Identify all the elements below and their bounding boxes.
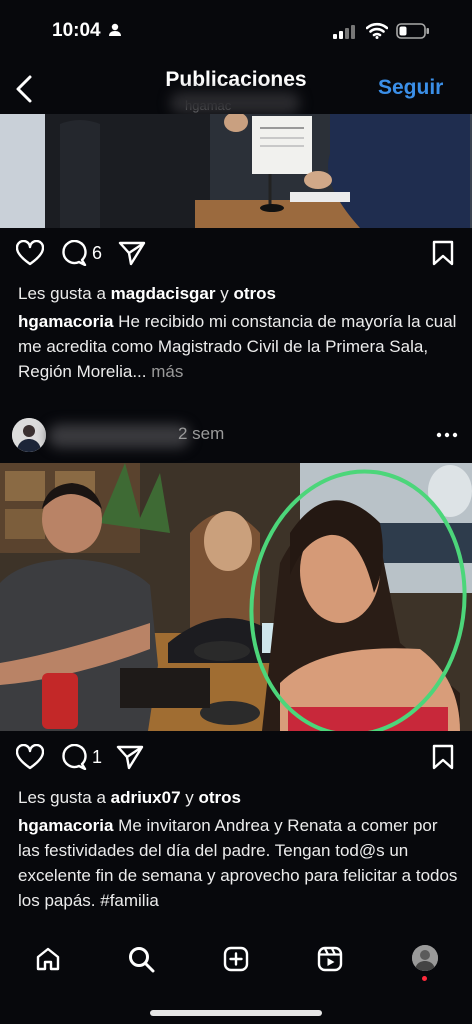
battery-icon (396, 23, 429, 39)
profile-avatar-tab[interactable] (412, 945, 438, 971)
post2-time-ago: 2 sem (178, 424, 225, 443)
more-link[interactable]: más (147, 362, 183, 381)
comment-icon[interactable] (60, 240, 88, 266)
liked-others[interactable]: otros (233, 284, 276, 303)
likes-prefix: Les gusta a (18, 788, 111, 807)
home-indicator (150, 1010, 322, 1016)
like-heart-icon[interactable] (16, 240, 44, 266)
save-bookmark-icon[interactable] (432, 240, 454, 266)
person-icon (109, 23, 121, 36)
post2-likes-line: Les gusta a adriux07 y otros (18, 785, 458, 810)
bottom-tab-bar (0, 930, 472, 992)
liked-by-user[interactable]: magdacisgar (111, 284, 216, 303)
post1-caption: hgamacoria He recibido mi constancia de … (18, 309, 458, 384)
comment-icon[interactable] (60, 744, 88, 770)
likes-mid: y (180, 788, 199, 807)
like-heart-icon[interactable] (16, 744, 44, 770)
liked-by-user[interactable]: adriux07 (111, 788, 181, 807)
likes-mid: y (215, 284, 234, 303)
hashtag-link[interactable]: #familia (100, 891, 159, 910)
post2-caption: hgamacoria Me invitaron Andrea y Renata … (18, 813, 458, 930)
home-icon[interactable] (35, 946, 61, 972)
status-bar: 10:04 (0, 0, 472, 62)
post1-author[interactable]: hgamacoria (18, 312, 113, 331)
save-bookmark-icon[interactable] (432, 744, 454, 770)
redacted-username (170, 92, 300, 114)
avatar[interactable] (12, 418, 46, 452)
search-icon[interactable] (128, 946, 155, 973)
create-post-icon[interactable] (223, 946, 249, 972)
post1-image[interactable] (0, 114, 472, 228)
post2-comment-count: 1 (92, 747, 103, 767)
wifi-icon (366, 22, 388, 39)
liked-others[interactable]: otros (199, 788, 242, 807)
notification-dot (422, 976, 427, 981)
follow-button[interactable]: Seguir (378, 76, 443, 100)
reels-icon[interactable] (317, 946, 343, 972)
status-time: 10:04 (52, 20, 101, 41)
signal-icon (333, 25, 355, 39)
post2-author[interactable]: hgamacoria (18, 816, 113, 835)
post1-likes-line: Les gusta a magdacisgar y otros (18, 281, 458, 306)
post1-comment-count: 6 (92, 243, 103, 263)
likes-prefix: Les gusta a (18, 284, 111, 303)
share-send-icon[interactable] (118, 240, 146, 266)
share-send-icon[interactable] (116, 744, 144, 770)
redacted-username (48, 424, 190, 448)
more-horizontal-icon[interactable] (436, 432, 458, 438)
post2-image[interactable] (0, 463, 472, 731)
